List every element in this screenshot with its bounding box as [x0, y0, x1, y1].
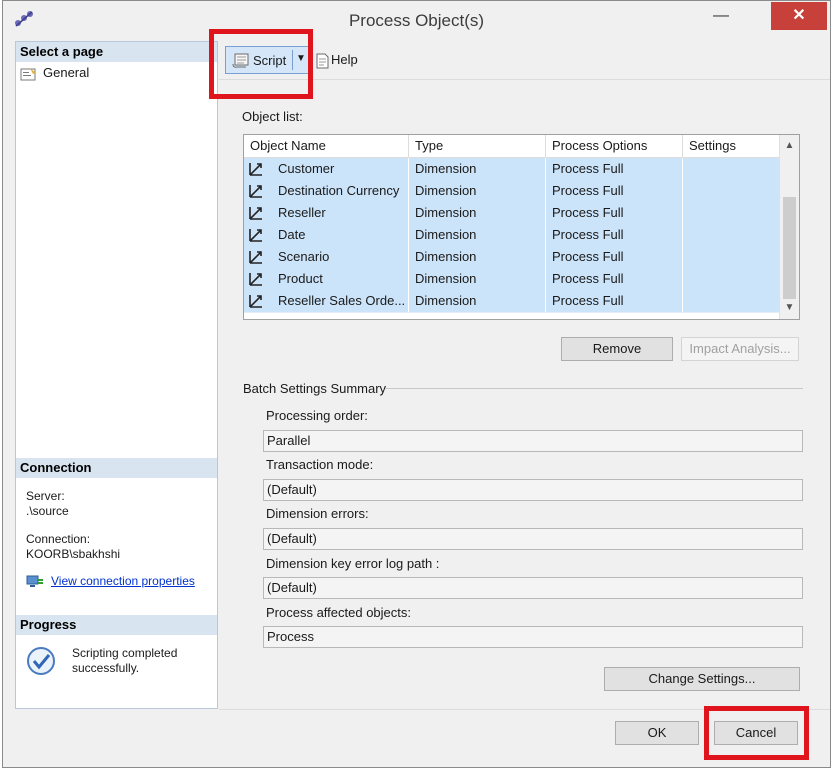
cell-name: Reseller Sales Orde... — [244, 290, 409, 312]
connection-label: Connection: — [26, 532, 91, 546]
cell-settings — [683, 290, 780, 312]
help-icon — [316, 53, 329, 69]
table-row[interactable]: Date Dimension Process Full — [244, 224, 780, 247]
process-affected-objects-value: Process — [263, 626, 803, 648]
process-objects-dialog: Process Object(s) — ✕ Select a page Gene… — [2, 0, 831, 768]
table-row[interactable]: Scenario Dimension Process Full — [244, 246, 780, 269]
column-header-object-name[interactable]: Object Name — [244, 135, 409, 157]
cell-type: Dimension — [409, 224, 546, 246]
object-list-label: Object list: — [242, 109, 303, 124]
processing-order-label: Processing order: — [266, 408, 368, 423]
ok-button[interactable]: OK — [615, 721, 699, 745]
cell-type: Dimension — [409, 202, 546, 224]
page-item-general[interactable]: General — [20, 64, 89, 82]
cell-settings — [683, 246, 780, 268]
highlight-box-script — [209, 29, 313, 99]
cell-type: Dimension — [409, 246, 546, 268]
page-item-label: General — [43, 65, 90, 80]
cell-process-options: Process Full — [546, 224, 683, 246]
dimension-errors-value: (Default) — [263, 528, 803, 550]
view-connection-properties-label: View connection properties — [51, 574, 195, 588]
cell-name: Product — [244, 268, 409, 290]
scroll-down-icon[interactable]: ▼ — [780, 299, 799, 317]
cell-name: Reseller — [244, 202, 409, 224]
cell-name: Scenario — [244, 246, 409, 268]
connection-value: KOORB\sbakhshi — [26, 547, 121, 561]
cell-type: Dimension — [409, 290, 546, 312]
dimension-errors-label: Dimension errors: — [266, 506, 369, 521]
table-row[interactable]: Product Dimension Process Full — [244, 268, 780, 291]
help-button[interactable]: Help — [315, 52, 358, 69]
cell-type: Dimension — [409, 180, 546, 202]
cell-process-options: Process Full — [546, 158, 683, 180]
cell-process-options: Process Full — [546, 202, 683, 224]
cell-settings — [683, 180, 780, 202]
column-header-type[interactable]: Type — [409, 135, 546, 157]
object-list-grid[interactable]: Object Name Type Process Options Setting… — [243, 134, 800, 320]
cell-settings — [683, 202, 780, 224]
cell-settings — [683, 158, 780, 180]
cell-name: Destination Currency — [244, 180, 409, 202]
object-list-scrollbar[interactable]: ▲ ▼ — [779, 135, 799, 319]
cell-type: Dimension — [409, 158, 546, 180]
cell-name: Customer — [244, 158, 409, 180]
cell-type: Dimension — [409, 268, 546, 290]
column-header-process-options[interactable]: Process Options — [546, 135, 683, 157]
cell-process-options: Process Full — [546, 290, 683, 312]
change-settings-button[interactable]: Change Settings... — [604, 667, 800, 691]
batch-settings-divider — [385, 388, 803, 389]
connection-properties-icon — [26, 575, 43, 588]
success-check-icon — [27, 647, 55, 675]
dimension-key-error-log-path-value: (Default) — [263, 577, 803, 599]
page-icon — [20, 67, 36, 81]
cell-process-options: Process Full — [546, 268, 683, 290]
processing-order-value: Parallel — [263, 430, 803, 452]
object-list-header: Object Name Type Process Options Setting… — [244, 135, 780, 158]
remove-button[interactable]: Remove — [561, 337, 673, 361]
table-row[interactable]: Destination Currency Dimension Process Ful… — [244, 180, 780, 203]
server-value: .\source — [26, 504, 69, 518]
progress-header: Progress — [16, 615, 217, 635]
view-connection-properties-link[interactable]: View connection properties — [26, 574, 195, 589]
table-row[interactable]: Customer Dimension Process Full — [244, 158, 780, 181]
select-page-header: Select a page — [16, 42, 217, 62]
title-bar: Process Object(s) — ✕ — [3, 1, 830, 38]
transaction-mode-label: Transaction mode: — [266, 457, 374, 472]
process-affected-objects-label: Process affected objects: — [266, 605, 412, 620]
left-pane: Select a page General Connection Server:… — [15, 41, 218, 709]
server-label: Server: — [26, 489, 65, 503]
scroll-up-icon[interactable]: ▲ — [780, 137, 799, 155]
window-title: Process Object(s) — [348, 11, 485, 30]
dimension-key-error-log-path-label: Dimension key error log path : — [266, 556, 440, 571]
close-button[interactable]: ✕ — [771, 2, 827, 30]
connection-header: Connection — [16, 458, 217, 478]
cell-settings — [683, 268, 780, 290]
cell-settings — [683, 224, 780, 246]
help-button-label: Help — [331, 52, 358, 67]
batch-settings-title: Batch Settings Summary — [243, 381, 387, 396]
highlight-box-cancel — [704, 706, 809, 760]
table-row[interactable]: Reseller Sales Orde... Dimension Process F… — [244, 290, 780, 313]
cell-name: Date — [244, 224, 409, 246]
minimize-button[interactable]: — — [707, 7, 735, 27]
cell-process-options: Process Full — [546, 180, 683, 202]
transaction-mode-value: (Default) — [263, 479, 803, 501]
scrollbar-thumb[interactable] — [783, 197, 796, 299]
table-row[interactable]: Reseller Dimension Process Full — [244, 202, 780, 225]
progress-status-text: Scripting completed successfully. — [72, 646, 178, 675]
impact-analysis-button[interactable]: Impact Analysis... — [681, 337, 799, 361]
cell-process-options: Process Full — [546, 246, 683, 268]
column-header-settings[interactable]: Settings — [683, 135, 780, 157]
